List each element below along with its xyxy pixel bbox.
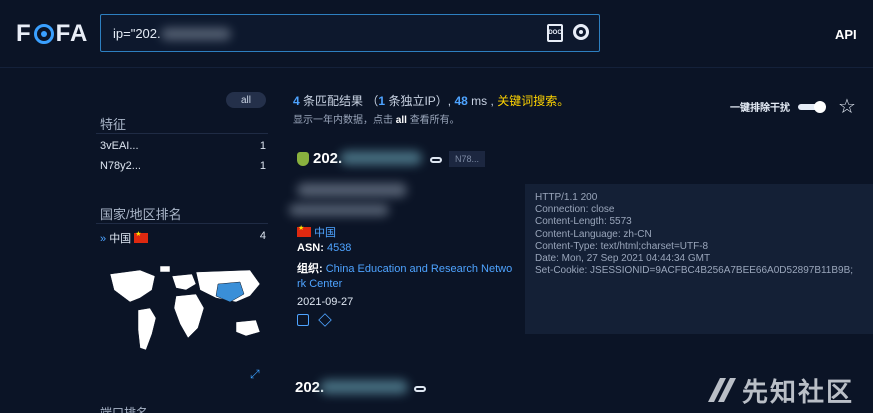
org-line-2: rk Center bbox=[297, 278, 342, 290]
time-unit: ms , bbox=[471, 94, 494, 108]
link-icon[interactable] bbox=[430, 157, 442, 163]
search-icon[interactable] bbox=[573, 24, 589, 40]
australia bbox=[235, 319, 261, 337]
exclude-interference-toggle-area: 一键排除干扰 ☆ bbox=[730, 94, 856, 119]
country-label[interactable]: 中国 bbox=[109, 233, 131, 245]
http-line: Set-Cookie: JSESSIONID=9ACFBC4B256A7BEE6… bbox=[535, 265, 854, 277]
http-line: Content-Language: zh-CN bbox=[535, 228, 652, 240]
feature-item[interactable]: N78y2... 1 bbox=[100, 160, 266, 172]
date-line: 2021-09-27 bbox=[297, 296, 354, 308]
org-label: 组织: bbox=[297, 263, 323, 275]
results-subtext: 显示一年内数据，点击 all 查看所有。 bbox=[293, 111, 460, 126]
exclude-interference-toggle[interactable] bbox=[798, 100, 826, 113]
greenland bbox=[159, 265, 171, 273]
country-title: 国家/地区排名 bbox=[100, 207, 182, 222]
http-line: Content-Length: 5573 bbox=[535, 216, 632, 228]
view-all-link[interactable]: all bbox=[396, 115, 407, 126]
asn-line: ASN: 4538 bbox=[297, 242, 351, 254]
north-america bbox=[109, 269, 156, 303]
country-count: 4 bbox=[259, 230, 266, 242]
org-line: 组织: China Education and Research Netwo bbox=[297, 260, 512, 276]
port-ranking-title: 端口排名 bbox=[100, 406, 149, 413]
south-america bbox=[137, 307, 157, 351]
result-tag[interactable]: N78... bbox=[449, 151, 486, 167]
org-link[interactable]: China Education and Research Netwo bbox=[326, 263, 513, 275]
sub-prefix: 显示一年内数据，点击 bbox=[293, 115, 393, 126]
feature-label[interactable]: 3vEAI... bbox=[100, 140, 139, 152]
fofa-logo[interactable]: F FA bbox=[16, 20, 88, 48]
http-line: HTTP/1.1 200 bbox=[535, 192, 598, 203]
redacted-ip bbox=[340, 151, 422, 165]
unique-count: 1 bbox=[378, 94, 386, 108]
feature-title: 特征 bbox=[100, 117, 127, 132]
org-link-continued[interactable]: rk Center bbox=[297, 278, 342, 290]
sub-suffix: 查看所有。 bbox=[409, 115, 460, 126]
expand-icon[interactable]: ⤢ bbox=[250, 367, 264, 381]
results-summary: 4 条匹配结果 （1 条独立IP）, 48 ms , 关键词搜索。 bbox=[293, 92, 569, 109]
all-filter-button[interactable]: all bbox=[226, 92, 266, 108]
world-map[interactable] bbox=[100, 262, 270, 362]
country-line: 中国 bbox=[297, 224, 336, 240]
asn-link[interactable]: 4538 bbox=[327, 242, 351, 254]
xianzhi-logo-icon bbox=[708, 378, 736, 402]
top-header: F FA ip="202. DOC API bbox=[0, 0, 873, 68]
chevron-right-icon: » bbox=[100, 233, 107, 245]
feature-label[interactable]: N78y2... bbox=[100, 160, 141, 172]
http-response-panel[interactable]: HTTP/1.1 200 Connection: close Content-L… bbox=[525, 184, 873, 334]
country-item[interactable]: » 中国 4 bbox=[100, 230, 266, 246]
link-icon[interactable] bbox=[414, 386, 426, 392]
cube-icon[interactable] bbox=[318, 313, 332, 327]
europe bbox=[171, 273, 197, 291]
http-line: Connection: close bbox=[535, 204, 615, 216]
toggle-label: 一键排除干扰 bbox=[730, 103, 790, 114]
redacted-ip bbox=[320, 380, 408, 394]
unique-suffix: 条独立IP）, bbox=[388, 94, 452, 108]
africa bbox=[173, 293, 205, 339]
export-icon[interactable]: DOC bbox=[547, 24, 563, 42]
asn-label: ASN: bbox=[297, 242, 324, 254]
redacted-host bbox=[289, 204, 389, 216]
unique-prefix: （ bbox=[366, 94, 379, 108]
http-line: Date: Mon, 27 Sep 2021 04:44:34 GMT bbox=[535, 253, 711, 265]
divider bbox=[96, 133, 268, 134]
shield-icon bbox=[297, 152, 309, 166]
code-icon[interactable] bbox=[297, 314, 309, 326]
star-icon[interactable]: ☆ bbox=[838, 94, 856, 119]
query-time: 48 bbox=[454, 94, 468, 108]
redacted-ip bbox=[161, 28, 231, 40]
feature-item[interactable]: 3vEAI... 1 bbox=[100, 140, 266, 152]
api-link[interactable]: API bbox=[835, 27, 857, 42]
result-ip[interactable]: 202. bbox=[313, 150, 342, 167]
search-box[interactable]: ip="202. DOC bbox=[100, 14, 600, 52]
result-count: 4 bbox=[293, 94, 300, 108]
result-count-suffix: 条匹配结果 bbox=[303, 94, 364, 108]
divider bbox=[96, 223, 268, 224]
result-actions bbox=[297, 313, 332, 327]
watermark: 先知社区 bbox=[742, 378, 855, 408]
feature-count: 1 bbox=[259, 140, 266, 152]
keyword-search-link[interactable]: 关键词搜索。 bbox=[497, 94, 569, 108]
search-input[interactable]: ip="202. bbox=[113, 26, 161, 41]
redacted-title bbox=[297, 183, 407, 197]
country-link[interactable]: 中国 bbox=[314, 227, 336, 239]
china-flag-icon bbox=[297, 224, 311, 237]
http-line: Content-Type: text/html;charset=UTF-8 bbox=[535, 240, 709, 252]
china-flag-icon bbox=[134, 230, 149, 243]
feature-count: 1 bbox=[259, 160, 266, 172]
